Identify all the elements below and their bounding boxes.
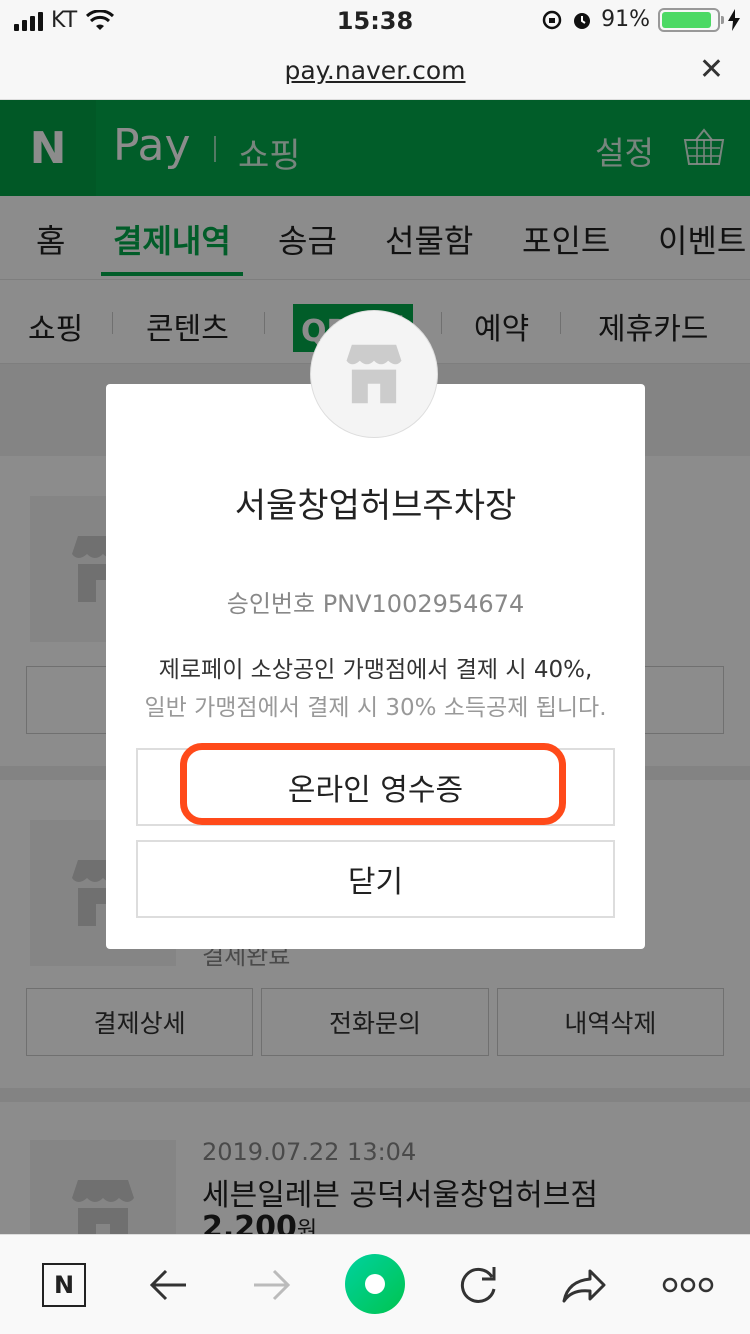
alarm-icon — [574, 12, 591, 29]
battery-percent: 91% — [601, 7, 650, 32]
approval-number: 승인번호 PNV1002954674 — [226, 590, 525, 618]
green-dot-center — [365, 1274, 385, 1294]
forward-icon[interactable] — [250, 1261, 294, 1309]
share-icon[interactable] — [560, 1261, 608, 1309]
browser-toolbar: N — [0, 1234, 750, 1334]
url-text[interactable]: pay.naver.com — [0, 56, 750, 85]
naver-home-button[interactable]: N — [40, 1261, 88, 1309]
online-receipt-button[interactable]: 온라인 영수증 — [136, 748, 615, 826]
rotation-lock-icon — [542, 10, 562, 29]
store-avatar — [310, 310, 438, 438]
payment-modal: 서울창업허브주차장 승인번호 PNV1002954674 제로페이 소상공인 가… — [106, 384, 645, 949]
more-icon[interactable] — [662, 1261, 714, 1309]
store-icon — [346, 344, 402, 404]
url-bar: pay.naver.com ✕ — [0, 42, 750, 100]
tax-notice-line2: 일반 가맹점에서 결제 시 30% 소득공제 됩니다. — [144, 695, 607, 721]
tax-notice-line1: 제로페이 소상공인 가맹점에서 결제 시 40%, — [158, 657, 593, 683]
battery-icon — [658, 7, 724, 32]
green-dot-button[interactable] — [345, 1254, 405, 1314]
close-button[interactable]: 닫기 — [136, 840, 615, 918]
charging-icon — [728, 8, 740, 31]
naver-icon: N — [42, 1263, 86, 1307]
back-icon[interactable] — [146, 1261, 190, 1309]
status-right: 91% — [541, 7, 740, 32]
status-bar: KT 15:38 91% — [0, 0, 750, 42]
store-name: 서울창업허브주차장 — [234, 486, 517, 526]
refresh-icon[interactable] — [456, 1261, 500, 1309]
close-icon[interactable]: ✕ — [699, 52, 724, 87]
